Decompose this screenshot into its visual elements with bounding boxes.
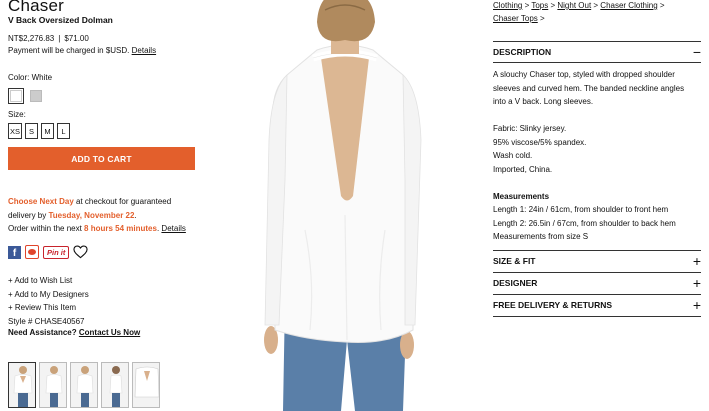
swatch-fill: [30, 90, 42, 102]
accordion-delivery-header[interactable]: FREE DELIVERY & RETURNS +: [493, 297, 701, 313]
product-actions: + Add to Wish List + Add to My Designers…: [8, 274, 89, 328]
breadcrumb-clothing[interactable]: Clothing: [493, 1, 522, 10]
divider: [493, 316, 701, 317]
price-usd: $71.00: [64, 34, 89, 43]
expand-icon: +: [692, 275, 701, 291]
assist-label: Need Assistance?: [8, 328, 77, 337]
weibo-icon[interactable]: [25, 245, 39, 259]
breadcrumb-separator: >: [522, 1, 532, 10]
pinit-button[interactable]: Pin it: [43, 245, 70, 259]
product-name: V Back Oversized Dolman: [8, 15, 113, 25]
accordion-size-fit-header[interactable]: SIZE & FIT +: [493, 253, 701, 269]
accordion-designer-header[interactable]: DESIGNER +: [493, 275, 701, 291]
assistance: Need Assistance? Contact Us Now: [8, 328, 140, 337]
thumbnail-strip: [8, 362, 160, 408]
style-number: Style # CHASE40567: [8, 316, 85, 326]
review-item-link[interactable]: + Review This Item: [8, 301, 89, 315]
shipping-info: Choose Next Day at checkout for guarante…: [8, 195, 208, 236]
thumbnail-3[interactable]: [70, 362, 98, 408]
accordion-description-header[interactable]: DESCRIPTION −: [493, 44, 701, 60]
size-selector: XS S M L: [8, 123, 70, 139]
color-swatch-grey[interactable]: [28, 88, 44, 104]
expand-icon: +: [692, 297, 701, 313]
divider: [493, 294, 701, 295]
color-label: Color: White: [8, 73, 53, 82]
delivery-date: Tuesday, November 22: [48, 210, 135, 220]
shipping-text: delivery by: [8, 210, 49, 220]
shipping-line-1: Choose Next Day at checkout for guarante…: [8, 195, 208, 209]
measurement-line: Measurements from size S: [493, 232, 589, 241]
measurement-line: Length 2: 26.5in / 67cm, from shoulder t…: [493, 218, 676, 228]
fabric-line: 95% viscose/5% spandex.: [493, 137, 587, 147]
contact-us-link[interactable]: Contact Us Now: [79, 328, 140, 337]
description-intro: A slouchy Chaser top, styled with droppe…: [493, 70, 685, 106]
countdown: 8 hours 54 minutes: [84, 224, 157, 233]
thumbnail-5[interactable]: [132, 362, 160, 408]
accordion-title: DESIGNER: [493, 278, 538, 288]
shipping-text: at checkout for guaranteed: [73, 197, 172, 206]
fabric-line: Fabric: Slinky jersey.: [493, 124, 567, 133]
shipping-line-2: delivery by Tuesday, November 22.: [8, 209, 208, 223]
payment-note-text: Payment will be charged in $USD.: [8, 46, 130, 55]
measurement-line: Length 1: 24in / 61cm, from shoulder to …: [493, 205, 669, 214]
thumbnail-2[interactable]: [39, 362, 67, 408]
breadcrumb-separator: >: [537, 14, 545, 23]
breadcrumb-night-out[interactable]: Night Out: [557, 1, 591, 10]
divider: [493, 41, 701, 42]
divider: [493, 62, 701, 63]
shipping-line-3: Order within the next 8 hours 54 minutes…: [8, 222, 208, 236]
breadcrumb-chaser-clothing[interactable]: Chaser Clothing: [600, 1, 657, 10]
swatch-fill: [10, 90, 22, 102]
breadcrumb-tops[interactable]: Tops: [531, 1, 548, 10]
divider: [493, 272, 701, 273]
shipping-text: Order within the next: [8, 224, 85, 233]
social-share: f Pin it: [8, 245, 88, 259]
product-image[interactable]: [255, 0, 435, 411]
accordion-title: FREE DELIVERY & RETURNS: [493, 300, 613, 310]
choose-next-day: Choose Next Day: [8, 197, 74, 206]
fabric-details: Fabric: Slinky jersey. 95% viscose/5% sp…: [493, 122, 698, 176]
payment-note: Payment will be charged in $USD. Details: [8, 46, 156, 55]
size-label: Size:: [8, 110, 26, 119]
heart-icon[interactable]: [73, 245, 88, 259]
divider: [493, 250, 701, 251]
accordion-title: SIZE & FIT: [493, 256, 536, 266]
payment-details-link[interactable]: Details: [132, 46, 156, 55]
breadcrumb: Clothing > Tops > Night Out > Chaser Clo…: [493, 0, 703, 25]
fabric-line: Imported, China.: [493, 164, 553, 174]
breadcrumb-separator: >: [591, 1, 601, 10]
breadcrumb-separator: >: [548, 1, 558, 10]
description-body: A slouchy Chaser top, styled with droppe…: [493, 68, 698, 244]
expand-icon: +: [692, 253, 701, 269]
measurements-list: Length 1: 24in / 61cm, from shoulder to …: [493, 203, 698, 244]
size-option-s[interactable]: S: [25, 123, 38, 139]
thumbnail-4[interactable]: [101, 362, 129, 408]
brand-name[interactable]: Chaser: [8, 0, 64, 16]
shipping-details-link[interactable]: Details: [161, 224, 185, 233]
breadcrumb-chaser-tops[interactable]: Chaser Tops: [493, 14, 538, 23]
add-to-wishlist-link[interactable]: + Add to Wish List: [8, 274, 89, 288]
breadcrumb-separator: >: [657, 1, 665, 10]
thumbnail-1[interactable]: [8, 362, 36, 408]
price-local: NT$2,276.83: [8, 34, 55, 43]
size-option-m[interactable]: M: [41, 123, 54, 139]
add-to-designers-link[interactable]: + Add to My Designers: [8, 288, 89, 302]
collapse-icon: −: [692, 44, 701, 60]
size-option-xs[interactable]: XS: [8, 123, 22, 139]
accordion-title: DESCRIPTION: [493, 47, 552, 57]
facebook-icon[interactable]: f: [8, 245, 21, 259]
measurements-title: Measurements: [493, 191, 550, 201]
price: NT$2,276.83 | $71.00: [8, 34, 89, 43]
add-to-cart-button[interactable]: ADD TO CART: [8, 147, 195, 170]
fabric-line: Wash cold.: [493, 151, 533, 160]
color-swatch-white[interactable]: [8, 88, 24, 104]
shipping-text: .: [134, 210, 137, 220]
size-option-l[interactable]: L: [57, 123, 70, 139]
